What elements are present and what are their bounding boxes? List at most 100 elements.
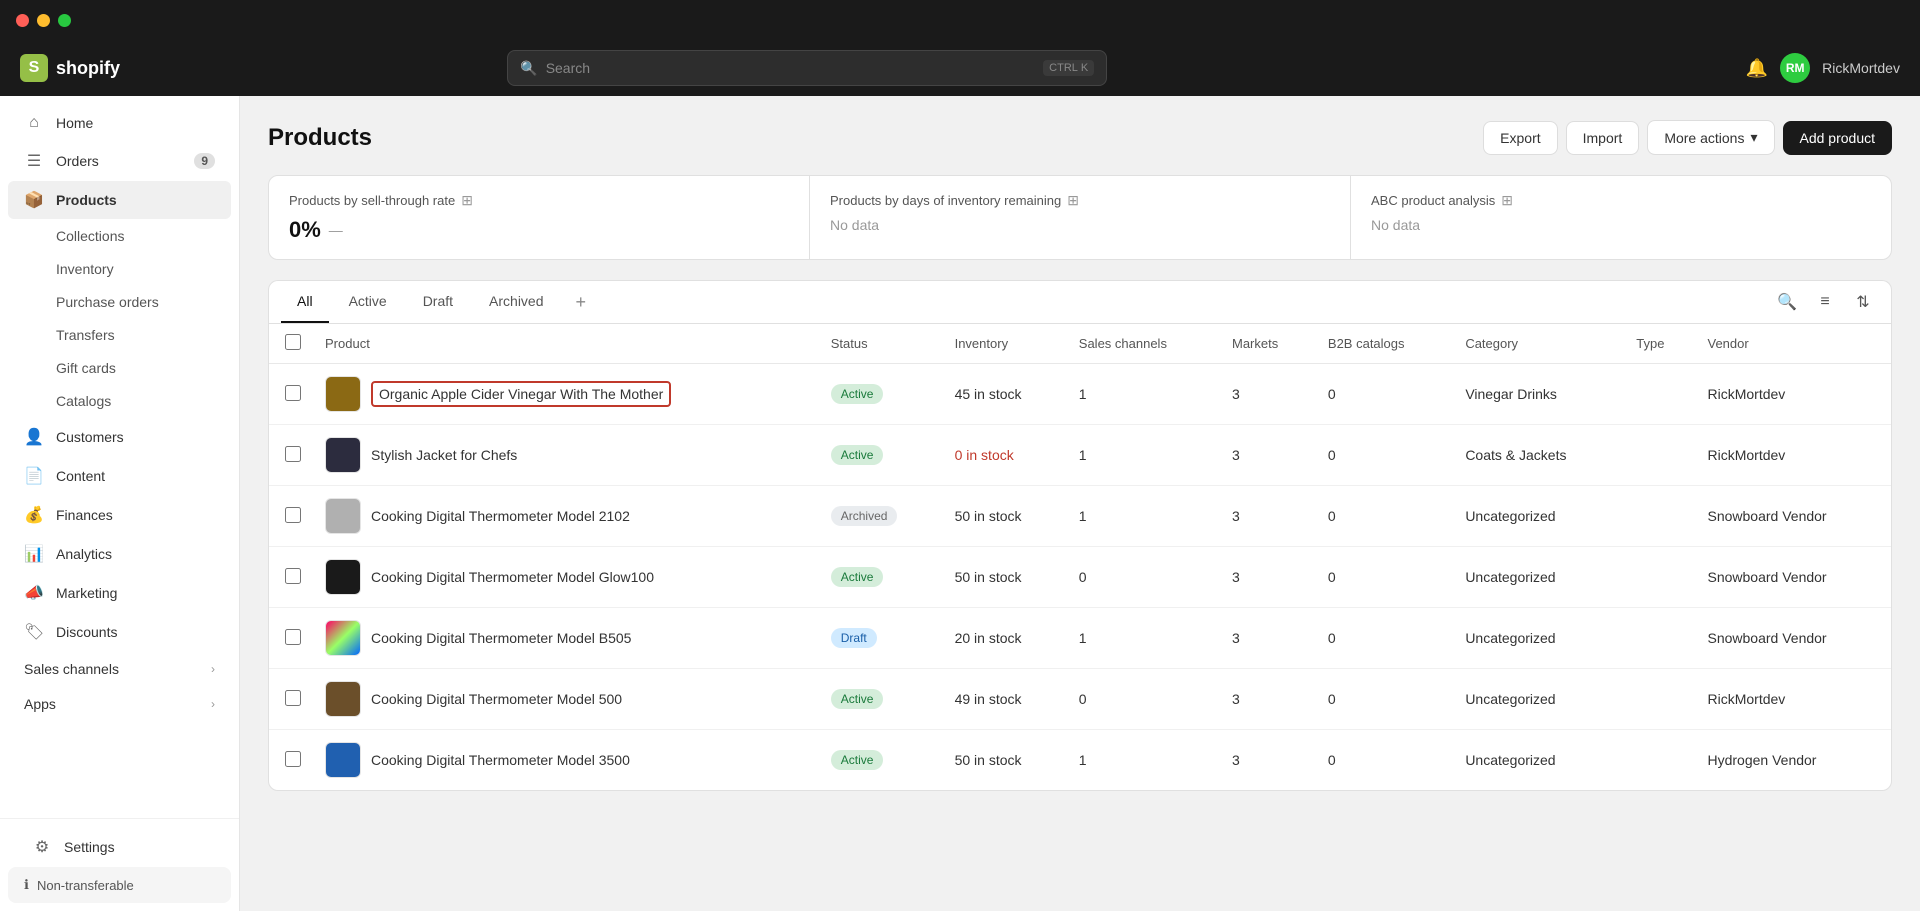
export-button[interactable]: Export (1483, 121, 1557, 155)
product-thumbnail (325, 437, 361, 473)
search-filter-icon[interactable]: 🔍 (1771, 286, 1803, 318)
status-badge: Draft (831, 628, 877, 648)
titlebar (0, 0, 1920, 40)
add-product-button[interactable]: Add product (1783, 121, 1893, 155)
table-row[interactable]: Cooking Digital Thermometer Model 2102 A… (269, 486, 1891, 547)
sidebar-item-products[interactable]: 📦 Products (8, 181, 231, 219)
sidebar-item-orders[interactable]: ☰ Orders 9 (8, 142, 231, 180)
tab-draft[interactable]: Draft (407, 281, 469, 323)
product-sales-channels: 0 (1067, 547, 1220, 608)
more-actions-label: More actions (1664, 130, 1744, 146)
stat-abc-nodata: No data (1371, 217, 1871, 233)
row-checkbox[interactable] (285, 690, 301, 706)
table-row[interactable]: Cooking Digital Thermometer Model 500 Ac… (269, 669, 1891, 730)
sort-icon[interactable]: ⇅ (1847, 286, 1879, 318)
sidebar-item-marketing[interactable]: 📣 Marketing (8, 574, 231, 612)
col-category: Category (1453, 324, 1624, 364)
sidebar: ⌂ Home ☰ Orders 9 📦 Products Collections… (0, 96, 240, 911)
row-checkbox[interactable] (285, 507, 301, 523)
sidebar-item-collections[interactable]: Collections (8, 220, 231, 252)
stat-sell-through-sub: — (329, 222, 343, 238)
status-badge: Active (831, 384, 884, 404)
sidebar-item-catalogs[interactable]: Catalogs (8, 385, 231, 417)
product-thumbnail (325, 681, 361, 717)
product-vendor: RickMortdev (1696, 364, 1892, 425)
maximize-dot[interactable] (58, 14, 71, 27)
stat-info-icon-3[interactable]: ⊞ (1501, 192, 1513, 209)
table-row[interactable]: Stylish Jacket for Chefs Active 0 in sto… (269, 425, 1891, 486)
sidebar-item-content[interactable]: 📄 Content (8, 457, 231, 495)
sidebar-item-gift-cards[interactable]: Gift cards (8, 352, 231, 384)
col-vendor: Vendor (1696, 324, 1892, 364)
sidebar-item-discounts[interactable]: 🏷 Discounts (8, 613, 231, 651)
stat-days-inventory-nodata: No data (830, 217, 1330, 233)
tab-add-button[interactable]: + (564, 284, 599, 321)
table-header-row: Product Status Inventory Sales channels … (269, 324, 1891, 364)
select-all-checkbox[interactable] (285, 334, 301, 350)
sidebar-item-home[interactable]: ⌂ Home (8, 105, 231, 141)
minimize-dot[interactable] (37, 14, 50, 27)
stats-row: Products by sell-through rate ⊞ 0% — Pro… (268, 175, 1892, 260)
product-cell: Stylish Jacket for Chefs (325, 437, 807, 473)
sidebar-item-sales-channels[interactable]: Sales channels › (8, 652, 231, 686)
sidebar-item-inventory[interactable]: Inventory (8, 253, 231, 285)
import-button[interactable]: Import (1566, 121, 1640, 155)
search-input[interactable] (546, 60, 1035, 76)
product-vendor: Snowboard Vendor (1696, 547, 1892, 608)
product-category: Uncategorized (1453, 669, 1624, 730)
product-status: Active (819, 547, 943, 608)
sidebar-item-settings[interactable]: ⚙ Settings (16, 828, 223, 866)
table-row[interactable]: Cooking Digital Thermometer Model B505 D… (269, 608, 1891, 669)
product-cell: Cooking Digital Thermometer Model Glow10… (325, 559, 807, 595)
sidebar-item-home-label: Home (56, 115, 93, 131)
product-category: Vinegar Drinks (1453, 364, 1624, 425)
table-row[interactable]: Cooking Digital Thermometer Model 3500 A… (269, 730, 1891, 791)
row-checkbox[interactable] (285, 385, 301, 401)
sidebar-item-analytics[interactable]: 📊 Analytics (8, 535, 231, 573)
product-vendor: RickMortdev (1696, 669, 1892, 730)
row-checkbox[interactable] (285, 751, 301, 767)
stat-info-icon-2[interactable]: ⊞ (1067, 192, 1079, 209)
topnav: S shopify 🔍 CTRL K 🔔 RM RickMortdev (0, 40, 1920, 96)
finances-icon: 💰 (24, 505, 44, 525)
product-inventory: 20 in stock (943, 608, 1067, 669)
product-status: Active (819, 425, 943, 486)
tab-archived[interactable]: Archived (473, 281, 559, 323)
sidebar-item-purchase-orders[interactable]: Purchase orders (8, 286, 231, 318)
tab-active[interactable]: Active (333, 281, 403, 323)
home-icon: ⌂ (24, 114, 44, 132)
tab-all[interactable]: All (281, 281, 329, 323)
status-badge: Active (831, 750, 884, 770)
sidebar-item-apps[interactable]: Apps › (8, 687, 231, 721)
product-b2b-catalogs: 0 (1316, 425, 1453, 486)
product-inventory: 0 in stock (943, 425, 1067, 486)
row-checkbox[interactable] (285, 629, 301, 645)
row-checkbox[interactable] (285, 568, 301, 584)
info-circle-icon: ℹ (24, 877, 29, 893)
avatar[interactable]: RM (1780, 53, 1810, 83)
sidebar-item-customers[interactable]: 👤 Customers (8, 418, 231, 456)
product-sales-channels: 1 (1067, 425, 1220, 486)
sidebar-item-finances[interactable]: 💰 Finances (8, 496, 231, 534)
col-type: Type (1624, 324, 1695, 364)
settings-icon: ⚙ (32, 837, 52, 857)
row-checkbox[interactable] (285, 446, 301, 462)
product-status: Active (819, 730, 943, 791)
filter-icon[interactable]: ≡ (1809, 286, 1841, 318)
close-dot[interactable] (16, 14, 29, 27)
main-layout: ⌂ Home ☰ Orders 9 📦 Products Collections… (0, 96, 1920, 911)
non-transferable-banner[interactable]: ℹ Non-transferable (8, 867, 231, 903)
products-table: Product Status Inventory Sales channels … (268, 323, 1892, 791)
search-bar[interactable]: 🔍 CTRL K (507, 50, 1107, 86)
status-badge: Active (831, 445, 884, 465)
logo[interactable]: S shopify (20, 54, 180, 82)
table-row[interactable]: Organic Apple Cider Vinegar With The Mot… (269, 364, 1891, 425)
table-row[interactable]: Cooking Digital Thermometer Model Glow10… (269, 547, 1891, 608)
product-type (1624, 669, 1695, 730)
product-markets: 3 (1220, 547, 1316, 608)
notification-bell-icon[interactable]: 🔔 (1746, 58, 1768, 79)
more-actions-button[interactable]: More actions ▾ (1647, 120, 1774, 155)
stat-info-icon[interactable]: ⊞ (461, 192, 473, 209)
product-name: Stylish Jacket for Chefs (371, 446, 517, 464)
sidebar-item-transfers[interactable]: Transfers (8, 319, 231, 351)
